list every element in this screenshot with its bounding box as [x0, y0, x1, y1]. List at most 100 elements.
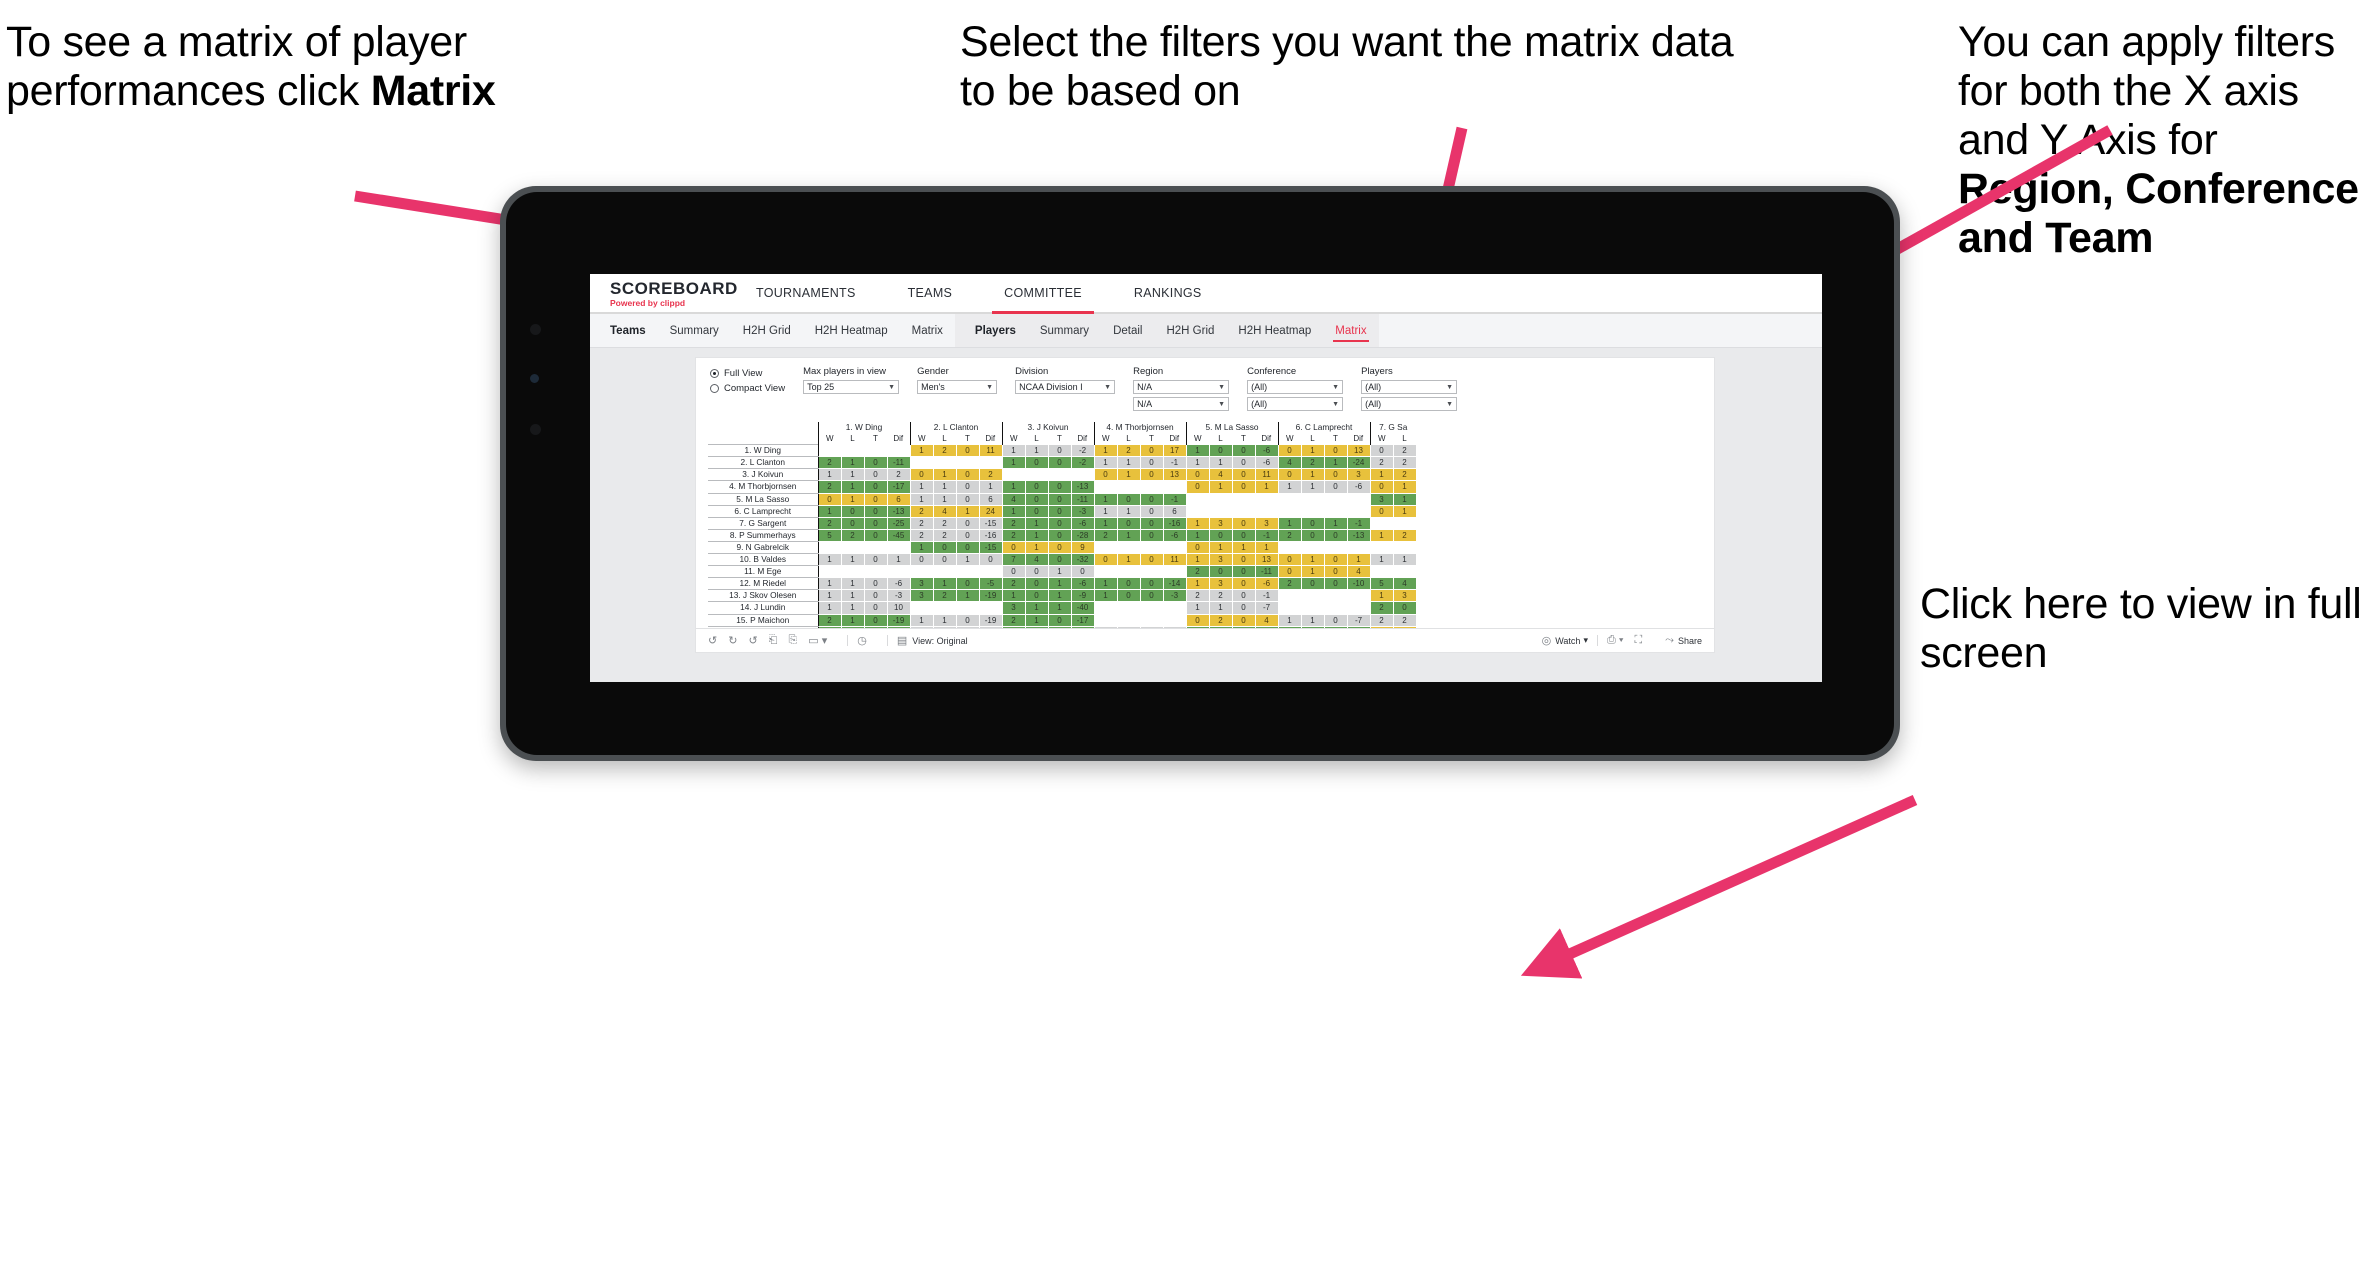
matrix-cell[interactable]: 1: [1001, 504, 1026, 518]
matrix-cell[interactable]: 0: [863, 492, 888, 506]
matrix-cell[interactable]: [1093, 565, 1118, 579]
matrix-cell[interactable]: 1: [1093, 444, 1118, 458]
matrix-cell[interactable]: 4: [1346, 565, 1371, 579]
matrix-cell[interactable]: [1116, 565, 1141, 579]
matrix-cell[interactable]: 0: [1139, 492, 1164, 506]
matrix-cell[interactable]: 3: [1346, 468, 1371, 482]
matrix-cell[interactable]: 0: [1323, 444, 1348, 458]
matrix-cell[interactable]: [1139, 540, 1164, 555]
matrix-cell[interactable]: 0: [1116, 516, 1141, 530]
matrix-cell[interactable]: 0: [1300, 528, 1325, 542]
matrix-cell[interactable]: [1369, 516, 1394, 530]
matrix-cell[interactable]: [932, 456, 957, 470]
matrix-cell[interactable]: 5: [817, 528, 842, 542]
matrix-cell[interactable]: 1: [1093, 577, 1118, 591]
matrix-cell[interactable]: [1116, 613, 1141, 627]
matrix-cell[interactable]: 5: [1369, 577, 1394, 591]
matrix-cell[interactable]: 1: [1392, 553, 1417, 567]
subnav-teams-summary[interactable]: Summary: [658, 314, 731, 347]
matrix-cell[interactable]: 0: [1185, 468, 1210, 482]
matrix-cell[interactable]: -40: [1070, 601, 1095, 615]
matrix-cell[interactable]: 2: [1392, 528, 1417, 542]
matrix-cell[interactable]: 3: [1001, 601, 1026, 615]
matrix-cell[interactable]: 0: [932, 553, 957, 567]
matrix-cell[interactable]: 1: [1024, 444, 1049, 458]
matrix-cell[interactable]: [1346, 492, 1371, 506]
matrix-cell[interactable]: -14: [1162, 577, 1187, 591]
matrix-cell[interactable]: 2: [909, 504, 934, 518]
matrix-cell[interactable]: 0: [1185, 613, 1210, 627]
matrix-cell[interactable]: 0: [978, 553, 1003, 567]
matrix-cell[interactable]: 0: [863, 613, 888, 627]
matrix-cell[interactable]: -1: [1162, 492, 1187, 506]
matrix-cell[interactable]: -13: [1346, 528, 1371, 542]
matrix-cell[interactable]: [1116, 540, 1141, 555]
matrix-cell[interactable]: [886, 540, 911, 555]
matrix-cell[interactable]: [1323, 492, 1348, 506]
matrix-cell[interactable]: 0: [1070, 565, 1095, 579]
matrix-cell[interactable]: 13: [1346, 444, 1371, 458]
matrix-cell[interactable]: 2: [1208, 613, 1233, 627]
matrix-cell[interactable]: [1208, 504, 1233, 518]
matrix-cell[interactable]: [1162, 613, 1187, 627]
filter-division-select[interactable]: NCAA Division I ▼: [1015, 380, 1116, 394]
matrix-cell[interactable]: -19: [978, 613, 1003, 627]
matrix-cell[interactable]: 11: [1254, 468, 1279, 482]
matrix-cell[interactable]: 1: [955, 553, 980, 567]
matrix-cell[interactable]: [1116, 480, 1141, 494]
matrix-cell[interactable]: 0: [863, 601, 888, 615]
matrix-cell[interactable]: 2: [1185, 589, 1210, 603]
matrix-cell[interactable]: [1024, 468, 1049, 482]
subnav-teams-h2h-heatmap[interactable]: H2H Heatmap: [803, 314, 900, 347]
matrix-col-header[interactable]: 4. M Thorbjornsen: [1093, 422, 1186, 434]
matrix-cell[interactable]: 1: [1047, 577, 1072, 591]
matrix-row-label[interactable]: 4. M Thorbjornsen: [708, 480, 818, 494]
matrix-cell[interactable]: -1: [1254, 528, 1279, 542]
matrix-col-header[interactable]: 7. G Sa: [1369, 422, 1416, 434]
matrix-cell[interactable]: 0: [1231, 577, 1256, 591]
filter-max-players-select[interactable]: Top 25 ▼: [803, 380, 900, 394]
matrix-cell[interactable]: 3: [1254, 516, 1279, 530]
matrix-cell[interactable]: 0: [863, 553, 888, 567]
matrix-cell[interactable]: 17: [1162, 444, 1187, 458]
matrix-cell[interactable]: 0: [1185, 540, 1210, 555]
matrix-cell[interactable]: 1: [1369, 589, 1394, 603]
matrix-cell[interactable]: [1093, 540, 1118, 555]
matrix-cell[interactable]: 0: [1047, 504, 1072, 518]
matrix-cell[interactable]: 1: [955, 589, 980, 603]
matrix-cell[interactable]: 7: [1001, 553, 1026, 567]
matrix-cell[interactable]: [955, 601, 980, 615]
matrix-cell[interactable]: 2: [1392, 613, 1417, 627]
matrix-cell[interactable]: -10: [1346, 577, 1371, 591]
matrix-cell[interactable]: 0: [1024, 589, 1049, 603]
matrix-cell[interactable]: 1: [1024, 540, 1049, 555]
matrix-cell[interactable]: 2: [840, 528, 865, 542]
matrix-cell[interactable]: 1: [1346, 553, 1371, 567]
matrix-cell[interactable]: 1: [886, 553, 911, 567]
matrix-cell[interactable]: 0: [1369, 480, 1394, 494]
matrix-cell[interactable]: [1185, 492, 1210, 506]
matrix-cell[interactable]: 1: [1231, 540, 1256, 555]
matrix-cell[interactable]: [1300, 540, 1325, 555]
matrix-cell[interactable]: 9: [1070, 540, 1095, 555]
matrix-cell[interactable]: 0: [1323, 565, 1348, 579]
matrix-cell[interactable]: [1369, 565, 1394, 579]
matrix-cell[interactable]: 1: [840, 577, 865, 591]
matrix-cell[interactable]: [1323, 504, 1348, 518]
matrix-cell[interactable]: 1: [1323, 516, 1348, 530]
matrix-cell[interactable]: 0: [955, 540, 980, 555]
matrix-cell[interactable]: 1: [1300, 468, 1325, 482]
subnav-players-h2h-grid[interactable]: H2H Grid: [1154, 314, 1226, 347]
matrix-cell[interactable]: -6: [1254, 444, 1279, 458]
matrix-cell[interactable]: [863, 540, 888, 555]
undo-icon[interactable]: ↺: [708, 634, 717, 647]
matrix-cell[interactable]: 0: [955, 528, 980, 542]
matrix-cell[interactable]: 0: [1369, 504, 1394, 518]
matrix-cell[interactable]: -3: [1070, 504, 1095, 518]
matrix-cell[interactable]: 0: [1139, 589, 1164, 603]
matrix-cell[interactable]: [1300, 504, 1325, 518]
matrix-cell[interactable]: 1: [1208, 540, 1233, 555]
matrix-cell[interactable]: 0: [840, 504, 865, 518]
matrix-cell[interactable]: 0: [1024, 492, 1049, 506]
matrix-cell[interactable]: 1: [1277, 480, 1302, 494]
